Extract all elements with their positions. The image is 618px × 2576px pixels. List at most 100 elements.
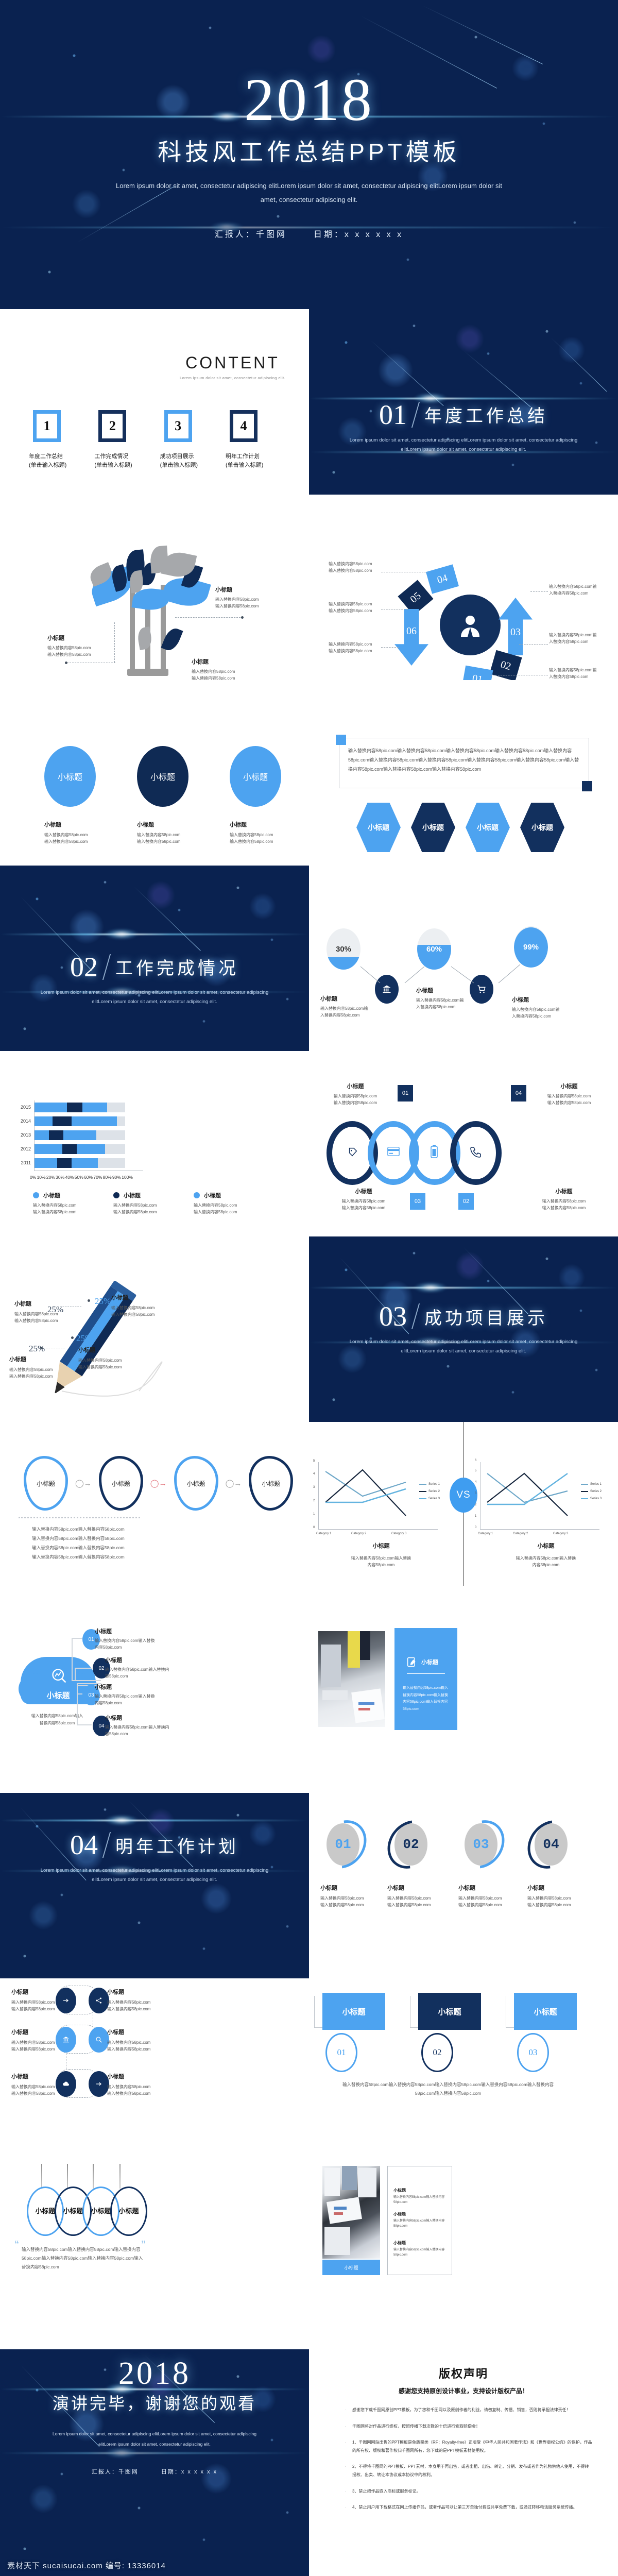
arrow-cycle-step-06[interactable]: 06 bbox=[394, 609, 428, 666]
content-item[interactable]: 4 明年工作计划 (单击输入标题) bbox=[226, 410, 287, 470]
section-description: Lorem ipsum dolor sit amet, consectetur … bbox=[349, 1339, 578, 1354]
section-number: 02 bbox=[70, 951, 98, 982]
hexagon-item[interactable]: 小标题 bbox=[466, 803, 510, 852]
ellipse-line-2: 输入替换内容58pic.com bbox=[137, 839, 181, 844]
badge-item[interactable]: 03 bbox=[448, 1810, 514, 1878]
ring-line-2: 输入替换内容58pic.com bbox=[341, 1206, 386, 1211]
bullet-icon: · bbox=[345, 2440, 347, 2445]
badge-title: 小标题 bbox=[527, 1885, 544, 1891]
pencil-percent: 25% bbox=[95, 1296, 111, 1306]
banner-card[interactable]: 小标题 bbox=[514, 1993, 577, 2030]
bar-ytick: 2013 bbox=[20, 1132, 31, 1138]
quote-open-icon: “ bbox=[14, 2239, 19, 2249]
hanging-wire bbox=[93, 2164, 94, 2189]
blob-divider bbox=[19, 1517, 140, 1518]
slide-hanging-ovals: 小标题 小标题 小标题 小标题 “ ” 输入替换内容58pic.com输入替换内… bbox=[0, 2164, 309, 2349]
vs-left-caption: 小标题 bbox=[372, 1543, 390, 1549]
copyright-clause: · 千图网将对作品进行维权，按照传播下载次数的十倍进行索取赔偿金！ bbox=[345, 2422, 592, 2431]
ellipse-item[interactable]: 小标题 小标题 输入替换内容58pic.com 输入替换内容58pic.com bbox=[230, 746, 281, 845]
ellipse-line-2: 输入替换内容58pic.com bbox=[44, 839, 88, 844]
blob-item[interactable]: 小标题 bbox=[249, 1456, 294, 1511]
network-icon bbox=[96, 1997, 102, 2004]
pencil-line-1: 输入替换内容58pic.com bbox=[111, 1306, 155, 1310]
flow-title: 小标题 bbox=[107, 1989, 124, 1995]
gauge-value: 60% bbox=[426, 944, 442, 954]
content-item-number: 3 bbox=[175, 418, 182, 433]
thanks-year: 2018 bbox=[118, 2356, 191, 2391]
banner-number-text: 03 bbox=[528, 2047, 538, 2057]
arrow-cycle-step-03[interactable]: 03 bbox=[499, 598, 533, 655]
slide-hexagon-row: 输入替换内容58pic.com输入替换内容58pic.com输入替换内容58pi… bbox=[309, 680, 618, 866]
slide-percent-gauges: 30% 60% 99% 小标题 输入替换内容58pic.com输 入替换内容58… bbox=[309, 866, 618, 1051]
legend-line-2: 输入替换内容58pic.com bbox=[194, 1210, 237, 1215]
hexagon-item[interactable]: 小标题 bbox=[411, 803, 455, 852]
arrow-cycle-step-04[interactable]: 04 bbox=[425, 564, 459, 594]
gauge-caption-title: 小标题 bbox=[416, 988, 433, 994]
pencil-percent: 25% bbox=[76, 1333, 93, 1343]
banner-number[interactable]: 02 bbox=[421, 2033, 453, 2072]
vs-right-series-3 bbox=[487, 1472, 568, 1505]
ellipse-item[interactable]: 小标题 小标题 输入替换内容58pic.com 输入替换内容58pic.com bbox=[44, 746, 96, 845]
bar-ytick: 2015 bbox=[20, 1105, 31, 1110]
arrow-cycle-step-01[interactable]: 01 bbox=[461, 665, 493, 680]
flow-line-1: 输入替换内容58pic.com bbox=[11, 2000, 55, 2005]
hexagon-item[interactable]: 小标题 bbox=[356, 803, 401, 852]
flow-icon-2[interactable] bbox=[89, 1988, 109, 2013]
content-item[interactable]: 2 工作完成情况 (单击输入标题) bbox=[94, 410, 156, 470]
badge-item[interactable]: 01 bbox=[310, 1810, 376, 1878]
cloud-badge-number: 04 bbox=[98, 1723, 105, 1729]
ring-number-03[interactable]: 03 bbox=[410, 1193, 425, 1210]
banner-card[interactable]: 小标题 bbox=[322, 1993, 385, 2030]
hexagon-item[interactable]: 小标题 bbox=[520, 803, 564, 852]
blob-item[interactable]: 小标题 bbox=[24, 1456, 68, 1511]
content-item[interactable]: 3 成功项目展示 (单击输入标题) bbox=[160, 410, 222, 470]
legend-swatch bbox=[419, 1491, 426, 1492]
badge-item[interactable]: 02 bbox=[377, 1810, 444, 1878]
ring-number-04[interactable]: 04 bbox=[511, 1085, 526, 1101]
hanging-quote: 输入替换内容58pic.com输入替换内容58pic.com输入替换内容58pi… bbox=[22, 2247, 143, 2269]
ring-number-02[interactable]: 02 bbox=[458, 1193, 474, 1210]
flow-icon-4[interactable] bbox=[89, 2027, 109, 2053]
blob-item[interactable]: 小标题 bbox=[98, 1456, 143, 1511]
slide-arrow-cycle: 04 05 06 03 02 01 输入替换内容58pic.com输入替换内容5… bbox=[309, 495, 618, 680]
ellipse-item[interactable]: 小标题 小标题 输入替换内容58pic.com 输入替换内容58pic.com bbox=[137, 746, 188, 845]
content-item-title: 年度工作总结 bbox=[29, 453, 63, 460]
content-item-hint: (单击输入标题) bbox=[225, 462, 264, 469]
content-item[interactable]: 1 年度工作总结 (单击输入标题) bbox=[29, 410, 91, 470]
cart-icon bbox=[477, 985, 486, 993]
flow-line-2: 输入替换内容58pic.com bbox=[11, 2091, 55, 2096]
tag-icon bbox=[349, 1147, 357, 1157]
banner-card[interactable]: 小标题 bbox=[418, 1993, 481, 2030]
copyright-clause: · 感谢您下载千图网原创PPT模板，为了您和千图网以及原创作者的利益，请勿复制、传… bbox=[345, 2406, 592, 2414]
hexagon-label: 小标题 bbox=[422, 823, 444, 832]
bank-icon bbox=[383, 985, 391, 993]
legend-line-2: 输入替换内容58pic.com bbox=[33, 1210, 77, 1215]
bar-xtick: 0% bbox=[30, 1175, 37, 1180]
blob-item[interactable]: 小标题 bbox=[174, 1456, 218, 1511]
pencil-title: 小标题 bbox=[111, 1295, 128, 1301]
office-photo bbox=[318, 1631, 385, 1727]
bullet-icon: · bbox=[345, 2488, 347, 2494]
badge-number: 01 bbox=[335, 1837, 351, 1852]
flow-icon-6[interactable] bbox=[89, 2071, 109, 2097]
legend-line-1: 输入替换内容58pic.com bbox=[194, 1203, 237, 1208]
photo-list-button[interactable]: 小标题 bbox=[322, 2260, 380, 2275]
banner-number[interactable]: 03 bbox=[517, 2033, 549, 2072]
hanging-wire bbox=[41, 2164, 42, 2189]
section-description: Lorem ipsum dolor sit amet, consectetur … bbox=[349, 437, 578, 452]
ring-line-1: 输入替换内容58pic.com bbox=[547, 1094, 591, 1098]
banner-number[interactable]: 01 bbox=[325, 2033, 357, 2072]
vs-right-legend: Series 3 bbox=[590, 1497, 602, 1500]
badge-item[interactable]: 04 bbox=[518, 1810, 585, 1878]
flow-line-1: 输入替换内容58pic.com bbox=[107, 2084, 151, 2089]
ellipse-title: 小标题 bbox=[230, 822, 247, 828]
phone-icon bbox=[470, 1147, 481, 1158]
hanging-wire bbox=[67, 2164, 68, 2189]
ring-number-01[interactable]: 01 bbox=[398, 1085, 413, 1101]
hanging-oval[interactable]: 小标题 bbox=[110, 2187, 147, 2236]
cloud-item-text: 输入替换内容58pic.com输入替换内容58pic.com bbox=[95, 1638, 155, 1650]
tree-callout-line-2: 输入替换内容58pic.com bbox=[215, 604, 259, 609]
pencil-line-1: 输入替换内容58pic.com bbox=[14, 1312, 58, 1316]
vs-right-xtick: Category 1 bbox=[478, 1532, 493, 1535]
badge-line-1: 输入替换内容58pic.com bbox=[458, 1896, 502, 1901]
